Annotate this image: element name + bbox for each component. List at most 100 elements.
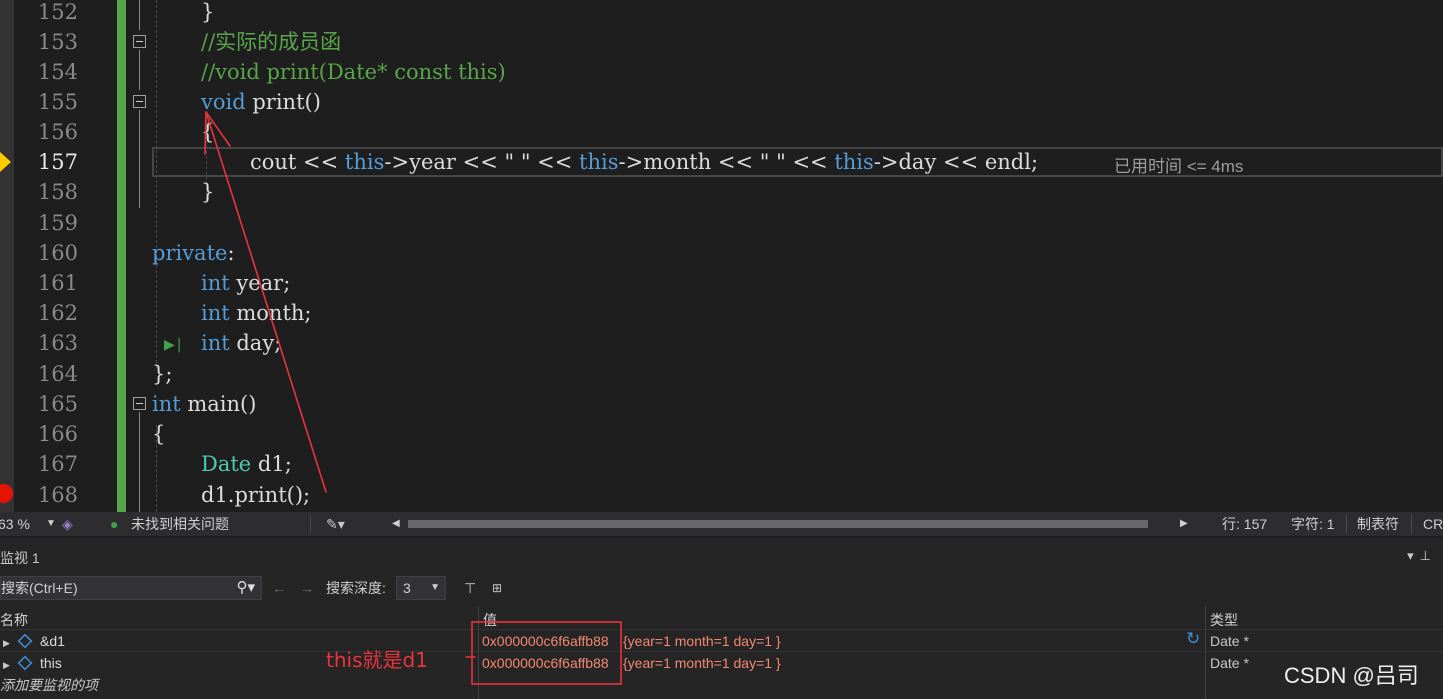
line-number: 156 [37,120,78,144]
watch-type: Date * [1210,633,1249,649]
keyword: this [579,150,619,174]
hex-display-icon[interactable]: ⊞ [492,578,502,598]
code-line[interactable]: void print() [201,87,321,117]
watch-type: Date * [1210,655,1249,671]
editor-status-strip: 63 % ▼ ◈ ● 未找到相关问题 ✎▾ ◀ ▶ 行: 157 字符: 1 制… [0,512,1443,536]
search-back-icon[interactable]: ← [272,578,286,598]
line-number: 165 [37,392,78,416]
expand-arrow-icon[interactable]: ▶ [3,656,10,674]
horizontal-scrollbar[interactable] [392,518,1197,530]
line-number: 161 [37,271,78,295]
search-placeholder: 搜索(Ctrl+E) [1,580,78,596]
code-line[interactable]: //void print(Date* const this) [201,57,506,87]
watch-title[interactable]: 监视 1 [0,548,40,568]
code-line[interactable]: int main() [152,389,256,419]
watch-address[interactable]: 0x000000c6f6affb88 [482,654,609,672]
watch-toolbar: 搜索(Ctrl+E) ⚲▾ ← → 搜索深度: 3 ▼ ⊤ ⊞ [0,574,1443,602]
watch-value[interactable]: {year=1 month=1 day=1 } [623,632,781,650]
pin-to-source-icon[interactable]: ⊤ [464,578,476,598]
code-line[interactable]: { [201,117,214,147]
code-line[interactable]: int month; [201,298,311,328]
brace: } [201,180,215,204]
line-number: 153 [37,30,78,54]
execution-pointer-icon [0,152,11,172]
code-line[interactable]: } [201,0,214,27]
glyph-margin[interactable] [0,0,14,512]
code-line[interactable]: int year; [201,268,290,298]
code-line[interactable]: } [201,177,214,207]
line-indicator[interactable]: 行: 157 [1222,512,1267,536]
pin-icon[interactable]: ⊥ [1420,548,1437,563]
code-text: cout << [250,150,345,174]
code-line[interactable]: //实际的成员函 [201,27,341,57]
code-text: << [530,150,580,174]
watch-address[interactable]: 0x000000c6f6affb88 [482,632,609,650]
code-line[interactable]: private: [152,238,235,268]
code-text: : [227,241,235,265]
expand-arrow-icon[interactable]: ▶ [3,634,10,652]
code-line[interactable]: }; [152,359,172,389]
code-editor[interactable]: 152 153 154 155 156 157 158 159 160 161 … [0,0,1443,512]
line-number: 160 [37,241,78,265]
code-line[interactable]: Date d1; [201,449,292,479]
code-line[interactable]: int day; [201,328,281,358]
search-icon[interactable]: ⚲▾ [236,577,255,599]
code-line-current[interactable]: cout << this->year << " " << this->month… [250,147,1038,177]
panel-title-tools: ▾⊥ [1407,548,1437,564]
refresh-icon[interactable]: ↻ [1186,630,1200,648]
copilot-icon[interactable]: ◈ [62,512,73,536]
line-number: 162 [37,301,78,325]
code-line[interactable]: d1.print(); [201,480,310,510]
search-input[interactable]: 搜索(Ctrl+E) ⚲▾ [0,576,262,600]
keyword: int [201,301,230,325]
perf-tip[interactable]: 已用时间 <= 4ms [1114,152,1243,177]
code-text: ->month << [618,150,760,174]
keyword: int [201,331,230,355]
tabs-indicator[interactable]: 制表符 [1357,512,1399,536]
divider [310,515,311,533]
column-name[interactable]: 名称 [0,610,28,630]
collapse-icon[interactable] [133,35,146,48]
code-text: d1.print(); [201,483,311,507]
code-text: ->year << [384,150,505,174]
search-depth-select[interactable]: 3 ▼ [396,576,446,600]
chevron-down-icon: ▼ [430,582,440,593]
scroll-right-icon[interactable]: ▶ [1180,512,1188,536]
collapse-icon[interactable] [133,95,146,108]
scrollbar-thumb[interactable] [408,520,1148,528]
watch-name[interactable]: this [40,654,62,672]
keyword: this [344,150,385,174]
string-literal: " " [504,150,531,174]
issues-status[interactable]: 未找到相关问题 [131,512,229,536]
keyword: private [152,241,228,265]
keyword: this [834,150,874,174]
code-text: print() [245,90,321,114]
watch-row[interactable]: ▶ &d1 0x000000c6f6affb88 {year=1 month=1… [0,629,1443,651]
eol-indicator[interactable]: CR [1423,512,1443,536]
search-forward-icon[interactable]: → [300,578,314,598]
watch-row[interactable]: ▶ this 0x000000c6f6affb88 {year=1 month=… [0,651,1443,673]
code-text: day; [229,331,282,355]
zoom-dropdown-icon[interactable]: ▼ [46,512,56,536]
add-watch-item[interactable]: 添加要监视的项 [0,675,98,695]
code-line[interactable]: { [152,419,165,449]
fold-line [139,412,140,512]
fold-line [139,110,140,208]
collapse-icon[interactable] [133,397,146,410]
fold-line [139,0,140,30]
watch-value[interactable]: {year=1 month=1 day=1 } [623,654,781,672]
column-type[interactable]: 类型 [1210,610,1238,630]
object-icon [17,633,33,649]
column-value[interactable]: 值 [483,610,497,630]
window-menu-icon[interactable]: ▾ [1407,548,1420,563]
run-to-click-icon[interactable]: ▶| [164,337,183,353]
zoom-level[interactable]: 63 % [0,512,30,536]
comment: //void print(Date* const this) [201,60,506,84]
line-number: 152 [37,0,78,24]
char-indicator[interactable]: 字符: 1 [1291,512,1335,536]
check-circle-icon: ● [110,516,119,532]
code-cleanup-icon[interactable]: ✎▾ [326,512,345,536]
indent-guide [156,0,157,368]
watch-name[interactable]: &d1 [40,632,65,650]
code-text: ->day << endl; [873,150,1039,174]
